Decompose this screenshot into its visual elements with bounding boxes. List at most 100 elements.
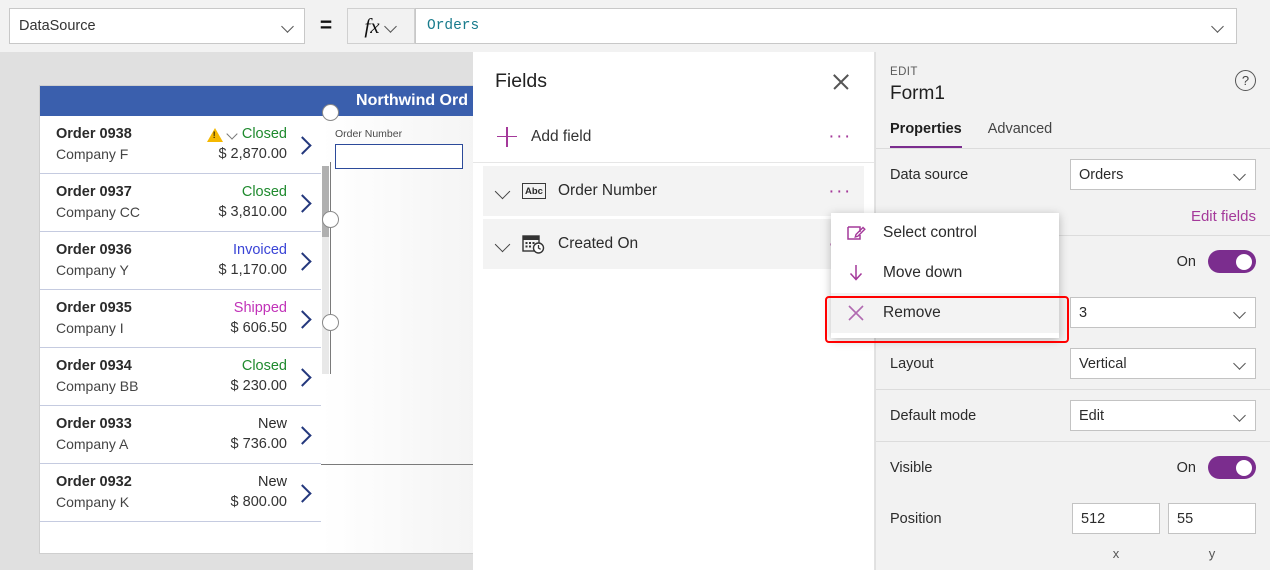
arrow-down-icon	[845, 262, 867, 284]
app-header-title: Northwind Ord	[356, 92, 468, 109]
order-status: New	[231, 415, 287, 435]
order-title: Order 0938	[56, 126, 132, 143]
tab-properties[interactable]: Properties	[890, 121, 962, 148]
properties-tabs: Properties Advanced	[876, 121, 1270, 149]
chevron-down-icon	[1234, 357, 1247, 370]
gallery-row-left: Order 0938 Company F	[56, 125, 207, 163]
abc-text-type-icon: Abc	[522, 183, 546, 199]
chevron-right-icon[interactable]	[295, 137, 311, 153]
field-overflow-icon[interactable]: ···	[828, 182, 852, 201]
gallery-row[interactable]: Order 0937 Company CC Closed $ 3,810.00	[40, 174, 321, 232]
chevron-down-icon[interactable]	[495, 183, 511, 199]
add-field-row[interactable]: Add field ···	[473, 111, 874, 163]
visible-label: Visible	[890, 459, 933, 476]
data-source-dropdown[interactable]: Orders	[1070, 159, 1256, 190]
default-mode-dropdown[interactable]: Edit	[1070, 400, 1256, 431]
formula-input[interactable]: Orders	[415, 8, 1237, 44]
chevron-right-icon[interactable]	[295, 195, 311, 211]
position-label: Position	[890, 510, 942, 527]
gallery-row-right: New $ 800.00	[231, 473, 287, 512]
add-field-overflow-icon[interactable]: ···	[828, 127, 852, 146]
form-field-label: Order Number	[335, 128, 403, 140]
orders-gallery[interactable]: Order 0938Company FClosed$ 2,870.00Order…	[40, 116, 321, 522]
gallery-row[interactable]: Order 0933 Company A New $ 736.00	[40, 406, 321, 464]
status-label: New	[257, 415, 287, 432]
context-menu-item-select-control[interactable]: Select control	[831, 213, 1059, 253]
gallery-row-right: Invoiced $ 1,170.00	[218, 241, 287, 280]
columns-dropdown[interactable]: 3	[1070, 297, 1256, 328]
gallery-row-right: Closed $ 2,870.00	[206, 125, 287, 164]
order-status: Closed	[218, 183, 287, 203]
order-title: Order 0937	[56, 184, 132, 201]
position-x-input[interactable]: 512	[1072, 503, 1160, 534]
app-header: Northwind Ord	[40, 86, 473, 116]
plus-icon	[497, 126, 517, 147]
field-row-created-on[interactable]: Created On ···	[483, 219, 864, 269]
gallery-row-left: Order 0936 Company Y	[56, 241, 218, 279]
field-label: Created On	[558, 235, 639, 252]
chevron-down-icon[interactable]	[1212, 20, 1225, 33]
gallery-row[interactable]: Order 0938 Company F Closed $ 2,870.00	[40, 116, 321, 174]
property-selector-dropdown[interactable]: DataSource	[9, 8, 305, 44]
edit-fields-link[interactable]: Edit fields	[1191, 208, 1256, 225]
gallery-row[interactable]: Order 0932 Company K New $ 800.00	[40, 464, 321, 522]
equals-sign: =	[319, 14, 333, 37]
company-name: Company CC	[56, 203, 141, 220]
selection-handle-middle[interactable]	[322, 211, 339, 228]
context-menu-item-move-down[interactable]: Move down	[831, 253, 1059, 293]
chevron-down-icon	[282, 20, 295, 33]
chevron-down-icon[interactable]	[495, 236, 511, 252]
data-source-label: Data source	[890, 166, 969, 183]
order-title: Order 0935	[56, 300, 132, 317]
toggle-knob	[1236, 459, 1252, 476]
snap-to-columns-toggle[interactable]	[1208, 250, 1256, 273]
selection-handle-top[interactable]	[322, 104, 339, 121]
fields-panel-header: Fields	[473, 52, 874, 93]
visible-toggle[interactable]	[1208, 456, 1256, 479]
form-field-input[interactable]	[335, 144, 463, 169]
chevron-down-icon[interactable]	[227, 129, 238, 140]
edit-form[interactable]: Order Number	[321, 116, 473, 553]
warning-icon[interactable]	[206, 127, 223, 143]
order-amount: $ 800.00	[230, 493, 287, 510]
context-menu-label: Select control	[883, 224, 977, 241]
gallery-row[interactable]: Order 0935 Company I Shipped $ 606.50	[40, 290, 321, 348]
gallery-row[interactable]: Order 0936 Company Y Invoiced $ 1,170.00	[40, 232, 321, 290]
chevron-right-icon[interactable]	[295, 427, 311, 443]
visible-toggle-wrap: On	[1177, 456, 1256, 479]
order-title: Order 0932	[56, 474, 132, 491]
fx-button[interactable]: fx	[347, 8, 415, 44]
data-source-value: Orders	[1079, 166, 1124, 183]
order-status: Closed	[206, 125, 287, 145]
app-canvas[interactable]: Northwind Ord Order 0938 Company F Closed $…	[0, 52, 473, 570]
context-menu-item-remove[interactable]: Remove	[831, 293, 1059, 333]
chevron-right-icon[interactable]	[295, 369, 311, 385]
chevron-down-icon	[1234, 168, 1247, 181]
properties-panel-header: EDIT Form1 ?	[876, 52, 1270, 105]
layout-dropdown[interactable]: Vertical	[1070, 348, 1256, 379]
gallery-row[interactable]: Order 0934 Company BB Closed $ 230.00	[40, 348, 321, 406]
order-status: Closed	[231, 357, 287, 377]
row-visible: Visible On	[876, 442, 1270, 493]
position-inputs: 512 55	[1072, 503, 1256, 534]
chevron-right-icon[interactable]	[295, 485, 311, 501]
gallery-row-right: Closed $ 3,810.00	[218, 183, 287, 222]
close-icon[interactable]	[830, 71, 852, 93]
field-row-order-number[interactable]: Abc Order Number ···	[483, 166, 864, 216]
position-y-input[interactable]: 55	[1168, 503, 1256, 534]
selection-handle-bottom[interactable]	[322, 314, 339, 331]
add-field-label: Add field	[531, 127, 592, 145]
help-icon[interactable]: ?	[1235, 70, 1256, 91]
position-x-sublabel: x	[1112, 546, 1120, 561]
order-status: Invoiced	[218, 241, 287, 261]
gallery-row-left: Order 0934 Company BB	[56, 357, 231, 395]
company-name: Company A	[56, 435, 129, 452]
position-y-sublabel: y	[1208, 546, 1216, 561]
chevron-right-icon[interactable]	[295, 253, 311, 269]
status-label: Invoiced	[232, 241, 287, 258]
tab-advanced[interactable]: Advanced	[988, 121, 1053, 148]
context-menu-label: Move down	[883, 264, 963, 281]
row-data-source: Data source Orders	[876, 149, 1270, 200]
chevron-right-icon[interactable]	[295, 311, 311, 327]
formula-text: Orders	[427, 18, 480, 34]
